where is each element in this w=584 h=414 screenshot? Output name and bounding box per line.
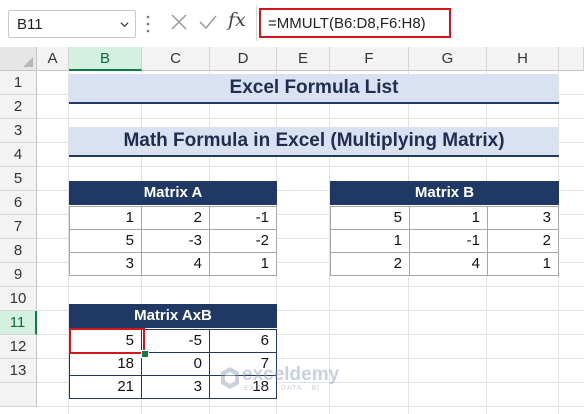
matrix-b-cell[interactable]: 1 [409,206,488,230]
column-header-e[interactable]: E [277,47,330,71]
matrix-axb-cell[interactable]: 3 [141,375,210,399]
name-box[interactable]: B11 [8,10,136,38]
chevron-down-icon[interactable] [120,20,129,29]
column-header-g[interactable]: G [409,47,487,71]
matrix-b-cell[interactable]: 2 [330,252,410,276]
formula-text: =MMULT(B6:D8,F6:H8) [268,15,426,32]
row-header-14[interactable] [0,383,37,407]
matrix-a-cell[interactable]: 1 [69,206,142,230]
name-box-value: B11 [17,16,43,33]
column-header-next[interactable] [559,47,584,71]
insert-function-icon[interactable]: fx [228,9,246,31]
matrix-a-cell[interactable]: 1 [209,252,277,276]
sheet-title[interactable]: Excel Formula List [69,74,559,104]
matrix-a-cell[interactable]: 2 [141,206,210,230]
column-header-a[interactable]: A [37,47,69,71]
matrix-axb-cell[interactable]: 18 [69,352,142,376]
matrix-b-cell[interactable]: 3 [487,206,559,230]
column-header-h[interactable]: H [487,47,559,71]
column-header-b[interactable]: B [69,47,142,71]
column-header-d[interactable]: D [210,47,277,71]
matrix-axb-header[interactable]: Matrix AxB [69,304,277,328]
matrix-b-cell[interactable]: 5 [330,206,410,230]
row-header-7[interactable]: 7 [0,215,37,239]
matrix-b-cell[interactable]: 4 [409,252,488,276]
column-header-c[interactable]: C [142,47,210,71]
row-header-2[interactable]: 2 [0,95,37,119]
row-header-1[interactable]: 1 [0,71,37,95]
exceldemy-logo-icon [221,367,239,389]
watermark-tagline: EXCEL · DATA · BI [244,385,320,392]
matrix-a-cell[interactable]: -3 [141,229,210,253]
matrix-a-cell[interactable]: -2 [209,229,277,253]
matrix-a-cell[interactable]: 4 [141,252,210,276]
row-header-10[interactable]: 10 [0,287,37,311]
formula-input[interactable]: =MMULT(B6:D8,F6:H8) [259,8,451,38]
watermark-name: exceldemy [242,364,340,385]
matrix-b-cell[interactable]: 1 [487,252,559,276]
matrix-axb-cell[interactable]: 21 [69,375,142,399]
matrix-axb-cell[interactable]: 0 [141,352,210,376]
column-header-f[interactable]: F [330,47,409,71]
matrix-axb-cell[interactable]: 6 [209,329,277,353]
select-all-button[interactable] [0,47,37,71]
fill-handle[interactable] [141,350,149,358]
matrix-b-cell[interactable]: 1 [330,229,410,253]
divider [256,5,257,41]
watermark-logo: exceldemy EXCEL · DATA · BI [220,362,360,396]
matrix-a-header[interactable]: Matrix A [69,181,277,205]
row-header-12[interactable]: 12 [0,335,37,359]
matrix-axb-cell[interactable]: -5 [141,329,210,353]
row-header-4[interactable]: 4 [0,143,37,167]
row-header-8[interactable]: 8 [0,239,37,263]
row-header-11[interactable]: 11 [0,311,37,335]
more-options-icon[interactable] [146,13,150,35]
matrix-b-header[interactable]: Matrix B [330,181,559,205]
matrix-a-cell[interactable]: -1 [209,206,277,230]
enter-check-icon[interactable] [198,13,218,31]
active-cell-highlight [69,328,145,354]
row-header-3[interactable]: 3 [0,119,37,143]
formula-bar: B11 fx =MMULT(B6:D8,F6:H8) [0,0,584,47]
cancel-icon[interactable] [170,13,188,31]
matrix-b-cell[interactable]: 2 [487,229,559,253]
row-header-9[interactable]: 9 [0,263,37,287]
row-header-5[interactable]: 5 [0,167,37,191]
matrix-a-cell[interactable]: 3 [69,252,142,276]
matrix-b-cell[interactable]: -1 [409,229,488,253]
matrix-a-cell[interactable]: 5 [69,229,142,253]
row-header-13[interactable]: 13 [0,359,37,383]
row-header-6[interactable]: 6 [0,191,37,215]
sheet-subtitle[interactable]: Math Formula in Excel (Multiplying Matri… [69,127,559,157]
